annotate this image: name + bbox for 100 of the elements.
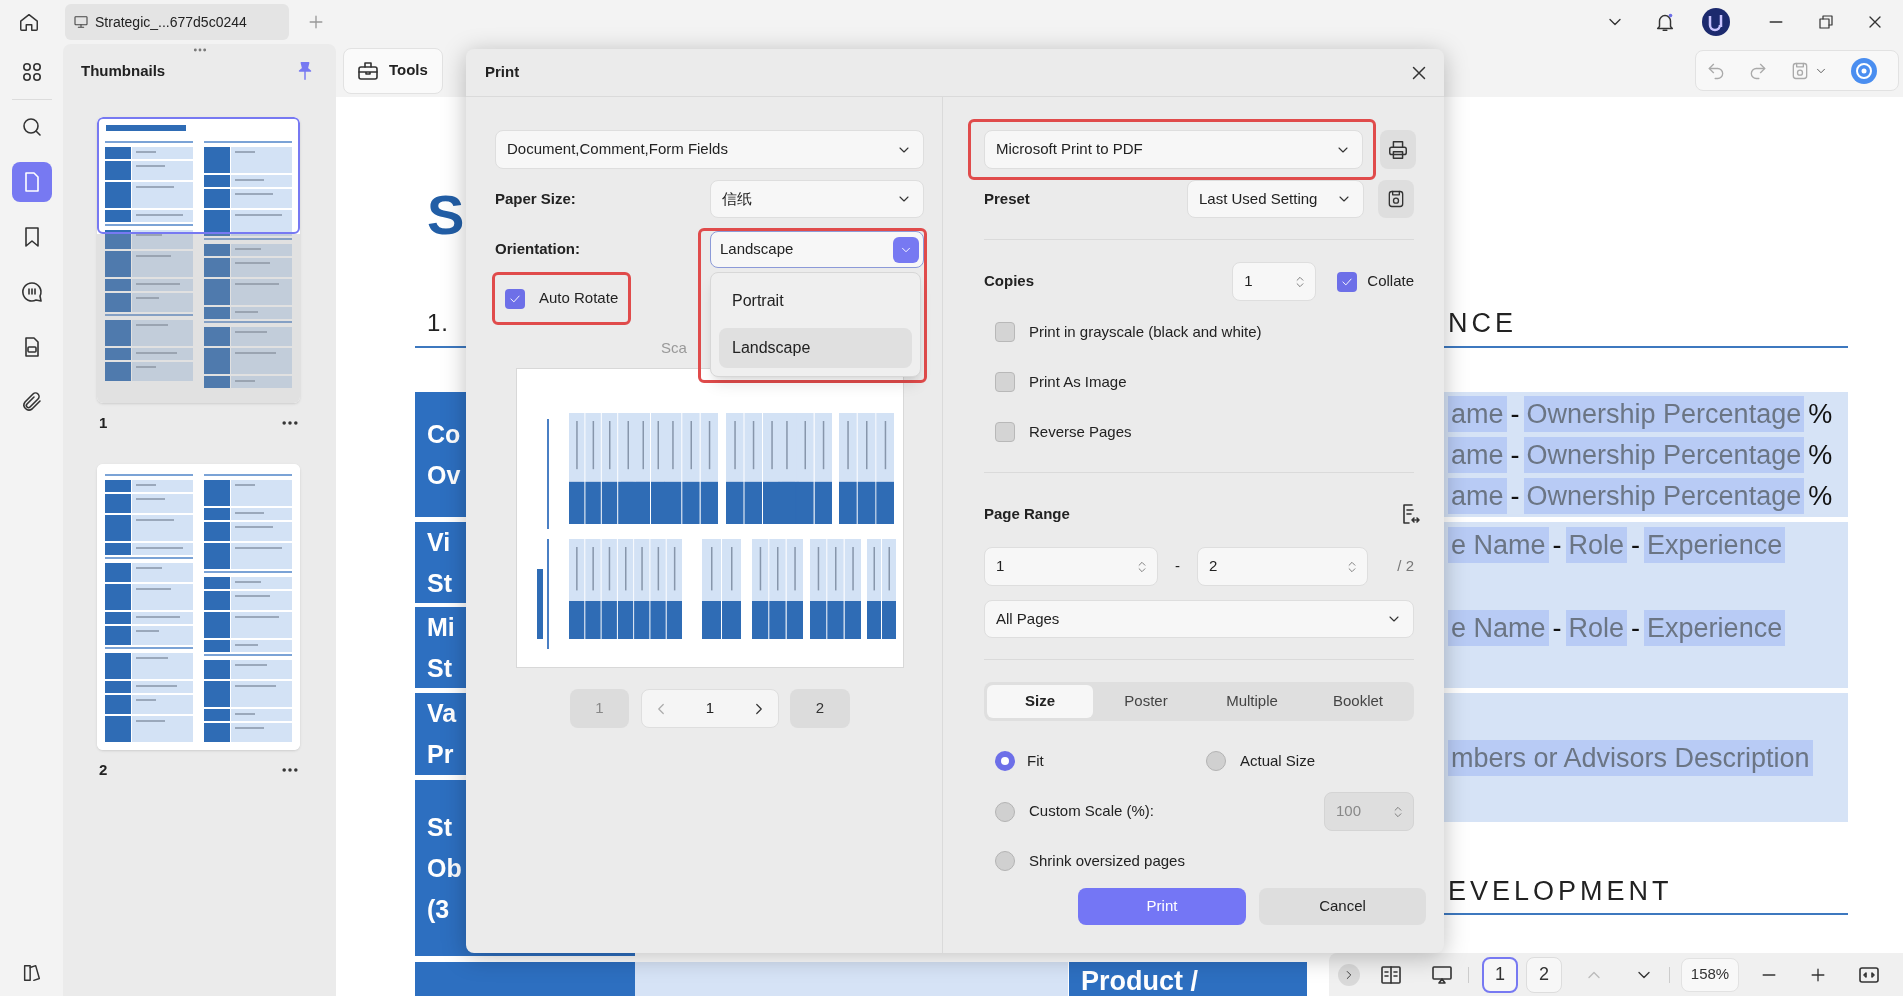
cell-text: St <box>427 811 452 843</box>
highlighted-text: mbers or Advisors Description <box>1448 739 1813 776</box>
radio-label: Actual Size <box>1240 750 1316 771</box>
cell-text: Ob <box>427 852 462 884</box>
highlighted-text: ame <box>1448 395 1507 432</box>
checkbox[interactable] <box>995 322 1015 342</box>
document-text: - <box>1551 611 1563 645</box>
document-text: - <box>1509 438 1521 472</box>
dialog-title: Print <box>485 62 520 83</box>
field-label: Preset <box>984 188 1031 209</box>
menu-item[interactable]: Portrait <box>719 281 912 321</box>
highlighted-text: e Name <box>1448 609 1549 646</box>
document-title: S <box>427 185 465 245</box>
checkbox[interactable] <box>1337 271 1358 292</box>
cell-text: Pr <box>427 739 454 770</box>
home-icon[interactable] <box>18 11 40 33</box>
checkbox-label: Collate <box>1367 271 1414 292</box>
page-number: 2 <box>99 759 108 780</box>
cell-text: Co <box>427 418 461 450</box>
layout-tab[interactable]: Booklet <box>1305 685 1411 718</box>
document-tab[interactable]: Strategic_...677d5c0244 <box>65 4 289 40</box>
number-field[interactable]: 1 <box>984 547 1158 586</box>
checkbox[interactable] <box>995 422 1015 442</box>
page-button[interactable]: 1 <box>1482 956 1518 993</box>
document-text: % <box>1807 438 1834 472</box>
panel-title: Thumbnails <box>81 60 166 81</box>
cell-text: Product / <box>1081 966 1198 996</box>
checkbox-label: Print As Image <box>1029 371 1127 392</box>
printer-dropdown[interactable]: Microsoft Print to PDF <box>984 130 1363 169</box>
field-label: Copies <box>984 271 1035 292</box>
checkbox[interactable] <box>505 288 525 309</box>
highlighted-text: e Name <box>1448 526 1549 563</box>
checkbox-label: Print in grayscale (black and white) <box>1029 321 1262 342</box>
cancel-button[interactable]: Cancel <box>1259 888 1426 925</box>
page-thumbnail[interactable] <box>97 463 300 750</box>
number-field[interactable]: 1 <box>1232 262 1317 301</box>
checkbox-label: Auto Rotate <box>539 288 619 309</box>
document-text: - <box>1509 397 1521 431</box>
tools-button[interactable]: Tools <box>343 47 443 94</box>
save-icon <box>1386 189 1406 209</box>
document-text: - <box>1630 528 1642 562</box>
highlighted-text: Ownership Percentage <box>1523 395 1805 432</box>
radio-label: Fit <box>1027 750 1044 771</box>
layout-tab[interactable]: Size <box>987 685 1093 718</box>
save-preset-button[interactable] <box>1378 180 1414 218</box>
page-range-dropdown[interactable]: All Pages <box>984 600 1414 638</box>
section-heading: EVELOPMENT <box>1448 876 1673 906</box>
highlighted-text: ame <box>1448 477 1507 514</box>
document-text: - <box>1551 528 1563 562</box>
printer-button[interactable] <box>1380 130 1416 169</box>
section-heading: 1. <box>427 308 449 338</box>
highlighted-text: Experience <box>1644 526 1786 563</box>
last-page-button[interactable]: 2 <box>790 689 850 728</box>
field-label: Orientation: <box>495 239 581 260</box>
preset-dropdown[interactable]: Last Used Setting <box>1187 180 1364 218</box>
highlighted-text: Role <box>1565 609 1628 646</box>
comment-icon <box>19 280 44 304</box>
radio-button[interactable] <box>1206 751 1226 771</box>
highlighted-text: Ownership Percentage <box>1523 436 1805 473</box>
content-dropdown[interactable]: Document,Comment,Form Fields <box>495 130 924 169</box>
page-number: 1 <box>705 698 715 719</box>
bell-icon[interactable] <box>1654 11 1676 33</box>
cell-text: Va <box>427 698 457 729</box>
number-field[interactable]: 2 <box>1197 547 1368 586</box>
radio-label: Shrink oversized pages <box>1029 850 1185 871</box>
cell-text: St <box>427 567 452 599</box>
assistant-icon[interactable] <box>1850 56 1878 85</box>
highlighted-text: ame <box>1448 436 1507 473</box>
page-button[interactable]: 2 <box>1526 956 1562 993</box>
range-separator: - <box>1175 556 1180 577</box>
field-label: Sca <box>661 337 687 358</box>
cell-text: St <box>427 652 452 684</box>
field-label: Paper Size: <box>495 188 577 209</box>
page-number: 1 <box>99 413 108 433</box>
cell-text: Mi <box>427 611 455 643</box>
highlighted-text: Role <box>1565 526 1628 563</box>
page-thumbnail[interactable] <box>97 117 300 403</box>
zoom-field[interactable]: 158% <box>1681 957 1739 992</box>
orientation-dropdown[interactable]: Landscape <box>710 231 924 268</box>
cell-text: Vi <box>427 526 451 558</box>
avatar-icon[interactable] <box>1701 7 1731 37</box>
radio-button[interactable] <box>995 851 1015 871</box>
print-button[interactable]: Print <box>1078 888 1246 925</box>
radio-button[interactable] <box>995 801 1015 822</box>
document-text: % <box>1807 479 1834 513</box>
layout-tab[interactable]: Poster <box>1093 685 1199 718</box>
menu-item[interactable]: Landscape <box>719 328 912 368</box>
restore-icon[interactable] <box>1817 13 1835 31</box>
radio-button[interactable] <box>995 751 1015 771</box>
page-total: / 2 <box>1397 556 1414 577</box>
cell-text: (3 <box>427 893 450 925</box>
document-text: % <box>1807 397 1834 431</box>
paper-size-dropdown[interactable]: 信纸 <box>710 180 924 218</box>
checkbox[interactable] <box>995 372 1015 392</box>
document-text: - <box>1630 611 1642 645</box>
dropdown-button[interactable] <box>893 236 919 263</box>
highlighted-text: Ownership Percentage <box>1523 477 1805 514</box>
monitor-icon <box>73 14 89 30</box>
layout-tab[interactable]: Multiple <box>1199 685 1305 718</box>
section-heading: NCE <box>1448 308 1517 338</box>
